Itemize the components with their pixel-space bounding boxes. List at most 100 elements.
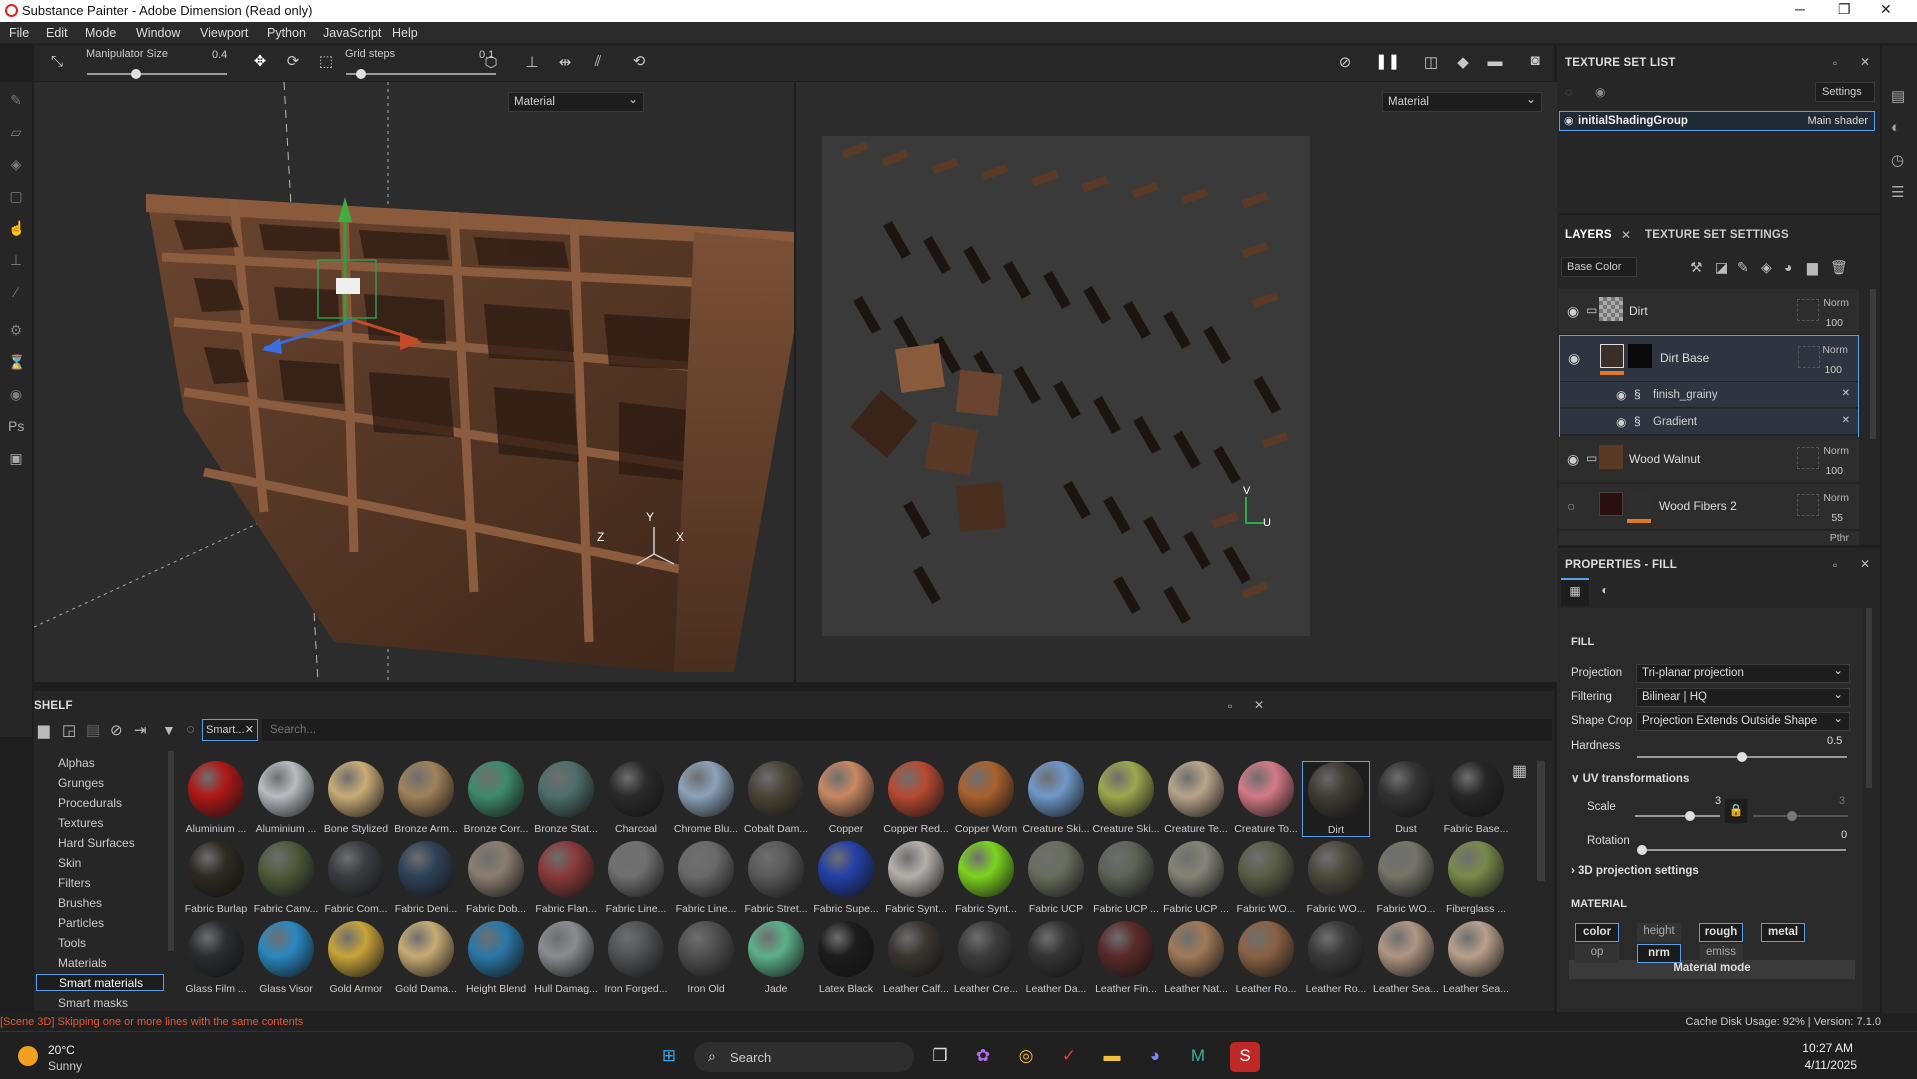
remove-filter-icon[interactable]: ✕ <box>245 723 254 736</box>
shelf-material-item[interactable]: Iron Old <box>672 921 740 997</box>
log-icon[interactable]: ☰ <box>1891 183 1904 201</box>
channel-toggle-emiss[interactable]: emiss <box>1699 944 1743 963</box>
viewport-2d-mode-select[interactable]: Material <box>1382 92 1542 112</box>
shelf-material-item[interactable]: Fabric Deni... <box>392 841 460 917</box>
shelf-material-item[interactable]: Leather Ro... <box>1232 921 1300 997</box>
float-panel-icon[interactable]: ▫ <box>1833 558 1837 572</box>
layer-visibility-icon[interactable]: ○ <box>1567 498 1575 514</box>
remove-effect-icon[interactable]: ✕ <box>1842 415 1850 426</box>
shelf-material-item[interactable]: Leather Calf... <box>882 921 950 997</box>
effect-visibility-icon[interactable]: ◉ <box>1616 415 1626 429</box>
projection-icon[interactable]: ◈ <box>8 156 24 172</box>
layer-blend-mode[interactable]: Pthr <box>1830 532 1849 544</box>
category-scrollbar[interactable] <box>168 751 174 951</box>
shelf-material-item[interactable]: Fabric WO... <box>1302 841 1370 917</box>
effect-row[interactable]: ◉ § finish_grainy ✕ <box>1560 382 1858 408</box>
display-settings-icon[interactable]: ▤ <box>1891 87 1905 105</box>
shelf-material-item[interactable]: Bronze Corr... <box>462 761 530 837</box>
start-windows-icon[interactable]: ⊞ <box>654 1042 684 1072</box>
shelf-material-item[interactable]: Leather Ro... <box>1302 921 1370 997</box>
color-picker-icon[interactable]: ⁄ <box>8 284 24 300</box>
grid-view-icon[interactable]: ▦ <box>1512 761 1527 781</box>
close-window-button[interactable]: ✕ <box>1880 1 1892 18</box>
shelf-material-item[interactable]: Aluminium ... <box>252 761 320 837</box>
layer-opacity[interactable]: 100 <box>1825 317 1843 329</box>
weather-temp[interactable]: 20°C <box>48 1043 75 1057</box>
hardness-value[interactable]: 0.5 <box>1827 735 1842 747</box>
scale-knob-secondary[interactable] <box>1787 811 1797 821</box>
viewport-2d[interactable]: Material ⌄ V U <box>796 82 1558 682</box>
hardness-knob[interactable] <box>1737 752 1747 762</box>
add-paint-layer-icon[interactable]: ✎ <box>1737 259 1749 276</box>
shelf-category-item[interactable]: Skin <box>58 856 81 870</box>
polygon-fill-icon[interactable]: ▢ <box>8 188 24 204</box>
close-layers-tab-icon[interactable]: ✕ <box>1621 228 1631 242</box>
add-mask-icon[interactable]: ◪ <box>1715 259 1728 276</box>
layer-blend-mode[interactable]: Norm <box>1823 492 1849 504</box>
layer-opacity[interactable]: 100 <box>1824 364 1842 376</box>
shelf-material-item[interactable]: Creature Te... <box>1162 761 1230 837</box>
float-panel-icon[interactable]: ▫ <box>1833 56 1837 70</box>
scale-value[interactable]: 3 <box>1715 795 1721 807</box>
scale-slider-secondary[interactable] <box>1753 815 1848 817</box>
shelf-material-item[interactable]: Fabric Burlap <box>182 841 250 917</box>
filter-tag[interactable]: Smart... ✕ <box>202 719 258 741</box>
display-3d-icon[interactable]: ◆ <box>1452 53 1474 71</box>
shelf-material-item[interactable]: Fabric UCP ... <box>1162 841 1230 917</box>
layers-scrollbar[interactable] <box>1870 289 1876 439</box>
shelf-material-item[interactable]: Fabric Supe... <box>812 841 880 917</box>
visibility-icon[interactable]: ◉ <box>1595 85 1605 99</box>
menu-javascript[interactable]: JavaScript <box>323 26 381 40</box>
rotation-value[interactable]: 0 <box>1841 829 1847 841</box>
shelf-material-item[interactable]: Gold Dama... <box>392 921 460 997</box>
projection-3d-toggle[interactable]: › 3D projection settings <box>1571 865 1699 877</box>
layer-blend-mode[interactable]: Norm <box>1823 445 1849 457</box>
history-icon[interactable]: ◷ <box>1891 151 1904 169</box>
remove-effect-icon[interactable]: ✕ <box>1842 388 1850 399</box>
layer-visibility-icon[interactable]: ◉ <box>1567 303 1579 320</box>
shelf-material-item[interactable]: Fiberglass ... <box>1442 841 1510 917</box>
file-explorer-icon[interactable]: ▬ <box>1097 1042 1127 1072</box>
new-item-icon[interactable]: ◲ <box>62 721 76 739</box>
reset-icon[interactable]: ⟲ <box>628 52 650 70</box>
hide-icon[interactable]: ⊘ <box>1334 53 1356 71</box>
shelf-material-item[interactable]: Fabric Line... <box>602 841 670 917</box>
grid-steps-knob[interactable] <box>356 69 366 79</box>
shelf-material-item[interactable]: Creature To... <box>1232 761 1300 837</box>
texture-set-eye-icon[interactable]: ◉ <box>1564 114 1574 127</box>
split-view-icon[interactable]: ◫ <box>1420 53 1442 71</box>
float-panel-icon[interactable]: ▫ <box>1228 699 1232 713</box>
shelf-material-item[interactable]: Chrome Blu... <box>672 761 740 837</box>
layer-blend-mode[interactable]: Norm <box>1822 344 1848 356</box>
minimize-button[interactable]: ─ <box>1795 1 1805 17</box>
eraser-icon[interactable]: ▱ <box>8 124 24 140</box>
layer-row-selected[interactable]: ◉ Dirt Base Norm 100 <box>1560 336 1858 382</box>
shelf-material-item[interactable]: Hull Damag... <box>532 921 600 997</box>
add-fill-layer-icon[interactable]: ◈ <box>1761 259 1772 276</box>
shelf-material-item[interactable]: Fabric Com... <box>322 841 390 917</box>
menu-mode[interactable]: Mode <box>85 26 116 40</box>
projection-select[interactable]: Tri-planar projection <box>1636 663 1850 683</box>
filter-icon[interactable]: ▼ <box>162 722 176 738</box>
shelf-material-item[interactable]: Fabric Synt... <box>952 841 1020 917</box>
manipulator-size-value[interactable]: 0.4 <box>212 49 227 61</box>
shelf-material-item[interactable]: Fabric Line... <box>672 841 740 917</box>
align-icon[interactable]: ⊥ <box>521 53 543 71</box>
clock-time[interactable]: 10:27 AM <box>1802 1041 1853 1055</box>
add-smart-material-icon[interactable]: ◕ <box>1784 259 1792 275</box>
shelf-material-item[interactable]: Gold Armor <box>322 921 390 997</box>
layer-opacity[interactable]: 55 <box>1831 512 1843 524</box>
fill-settings-tab-icon[interactable]: ▦ <box>1561 578 1589 606</box>
shelf-category-item[interactable]: Particles <box>58 916 104 930</box>
clone-stamp-icon[interactable]: ⊥ <box>8 252 24 268</box>
shape-crop-select[interactable]: Projection Extends Outside Shape <box>1636 711 1850 731</box>
hide-icon[interactable]: ⊘ <box>110 721 123 739</box>
screenshot-camera-icon[interactable]: ◙ <box>1524 52 1546 69</box>
filtering-select[interactable]: Bilinear | HQ <box>1636 687 1850 707</box>
shelf-material-item[interactable]: Fabric Canv... <box>252 841 320 917</box>
shelf-material-item[interactable]: Fabric Base... <box>1442 761 1510 837</box>
mirror-icon[interactable]: ⇹ <box>554 53 576 71</box>
scale-value-secondary[interactable]: 3 <box>1839 795 1845 807</box>
transform-mode-icon[interactable]: ⤡ <box>46 53 68 70</box>
shelf-material-item[interactable]: Cobalt Dam... <box>742 761 810 837</box>
